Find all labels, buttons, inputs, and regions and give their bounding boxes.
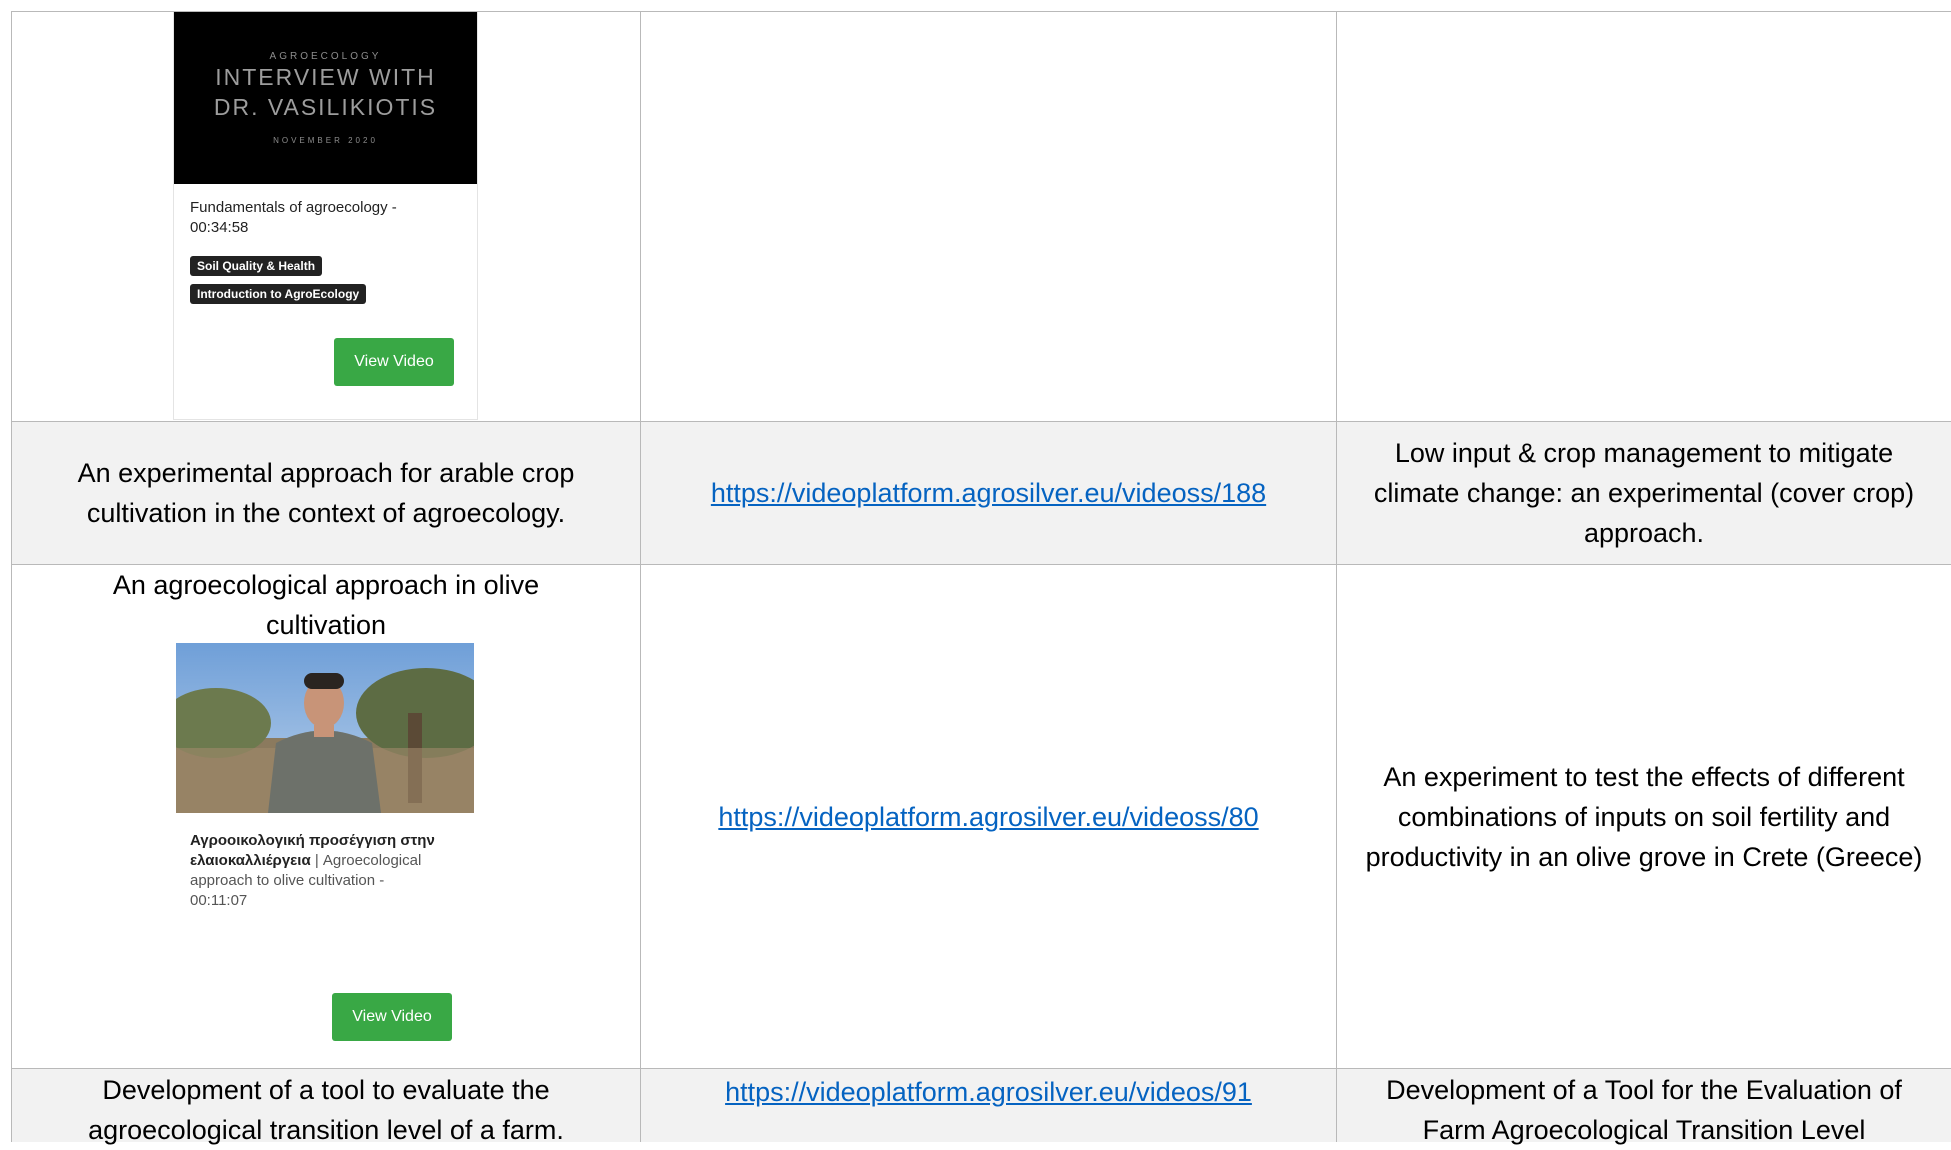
video-card-olive: Αγροοικολογική προσέγγιση στην ελαιοκαλλ… [174,643,476,1067]
row2-title: Low input & crop management to mitigate … [1373,438,1915,548]
row4-description-cell: Development of a tool to evaluate the ag… [12,1069,640,1145]
video-thumbnail[interactable] [176,643,474,813]
tag-soil-quality[interactable]: Soil Quality & Health [190,256,323,276]
row4-description: Development of a tool to evaluate the ag… [88,1075,564,1145]
view-video-button[interactable]: View Video [334,338,454,386]
tag-intro-agroecology[interactable]: Introduction to AgroEcology [190,284,367,304]
thumbnail-title-line1: INTERVIEW WITH [215,64,436,90]
row2-description: An experimental approach for arable crop… [77,458,575,528]
row3-link-cell: https://videoplatform.agrosilver.eu/vide… [641,565,1336,1068]
row4-title-cell: Development of a Tool for the Evaluation… [1337,1069,1951,1145]
thumbnail-kicker: AGROECOLOGY [269,51,382,62]
row4-video-link[interactable]: https://videoplatform.agrosilver.eu/vide… [725,1072,1252,1112]
video-card-fundamentals: AGROECOLOGY INTERVIEW WITH DR. VASILIKIO… [173,12,478,420]
video-thumbnail[interactable]: AGROECOLOGY INTERVIEW WITH DR. VASILIKIO… [174,12,477,184]
row2-video-link[interactable]: https://videoplatform.agrosilver.eu/vide… [711,473,1266,513]
video-title: Fundamentals of agroecology - 00:34:58 [190,199,397,236]
row4-link-cell: https://videoplatform.agrosilver.eu/vide… [641,1069,1336,1142]
row3-video-link[interactable]: https://videoplatform.agrosilver.eu/vide… [718,797,1258,837]
video-title: Αγροοικολογική προσέγγιση στην ελαιοκαλλ… [190,831,440,911]
row3-description-cell: An agroecological approach in olive cult… [12,565,640,645]
table-border-col1 [640,11,641,1142]
view-video-button[interactable]: View Video [332,993,452,1041]
row3-description: An agroecological approach in olive cult… [112,570,540,640]
olive-grove-photo [176,643,474,813]
table-border-col2 [1336,11,1337,1142]
row3-title-cell: An experiment to test the effects of dif… [1337,565,1951,1068]
thumbnail-date: NOVEMBER 2020 [273,136,378,145]
row2-description-cell: An experimental approach for arable crop… [12,422,640,564]
row2-link-cell: https://videoplatform.agrosilver.eu/vide… [641,422,1336,564]
thumbnail-title-line2: DR. VASILIKIOTIS [213,94,438,120]
row4-title: Development of a Tool for the Evaluation… [1386,1075,1902,1145]
row3-title: An experiment to test the effects of dif… [1365,761,1923,872]
table-border-left [11,11,12,1142]
row2-title-cell: Low input & crop management to mitigate … [1337,422,1951,564]
